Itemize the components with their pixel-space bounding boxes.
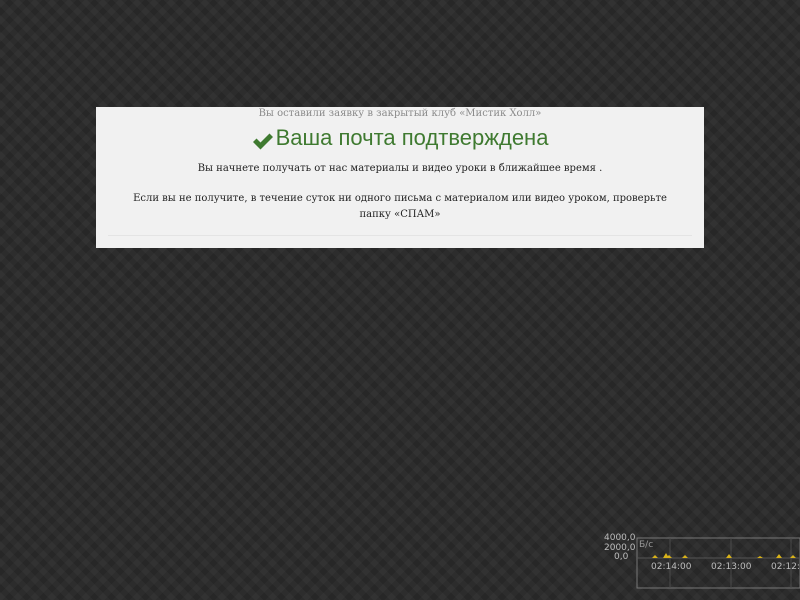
graph-bar bbox=[682, 555, 688, 558]
graph-unit-label: Б/с bbox=[639, 540, 654, 550]
card-divider bbox=[108, 235, 692, 236]
graph-x-label: 02:14:00 bbox=[651, 562, 692, 572]
graph-bar bbox=[776, 554, 782, 558]
graph-x-label: 02:13:00 bbox=[711, 562, 752, 572]
info-text-1: Вы начнете получать от нас материалы и в… bbox=[197, 163, 603, 174]
headline-text: Ваша почта подтверждена bbox=[275, 125, 549, 150]
page-title: Ваша почта подтверждена bbox=[96, 124, 704, 152]
graph-bar bbox=[652, 555, 658, 558]
graph-y-label-zero: 0,0 bbox=[614, 552, 629, 562]
check-icon bbox=[252, 129, 274, 150]
graph-bar bbox=[757, 556, 763, 558]
info-text-2: Если вы не получите, в течение суток ни … bbox=[133, 193, 667, 220]
graph-bars bbox=[652, 553, 796, 558]
confirmation-card: Вы оставили заявку в закрытый клуб «Мист… bbox=[96, 107, 704, 248]
graph-y-label-top: 4000,0 bbox=[604, 533, 636, 543]
traffic-graph-widget: 4000,0 2000,0 0,0 Б/с 02:14:00 02:13:00 … bbox=[598, 532, 800, 600]
card-subtitle: Вы оставили заявку в закрытый клуб «Мист… bbox=[258, 108, 542, 119]
graph-x-label: 02:12:0 bbox=[771, 562, 800, 572]
